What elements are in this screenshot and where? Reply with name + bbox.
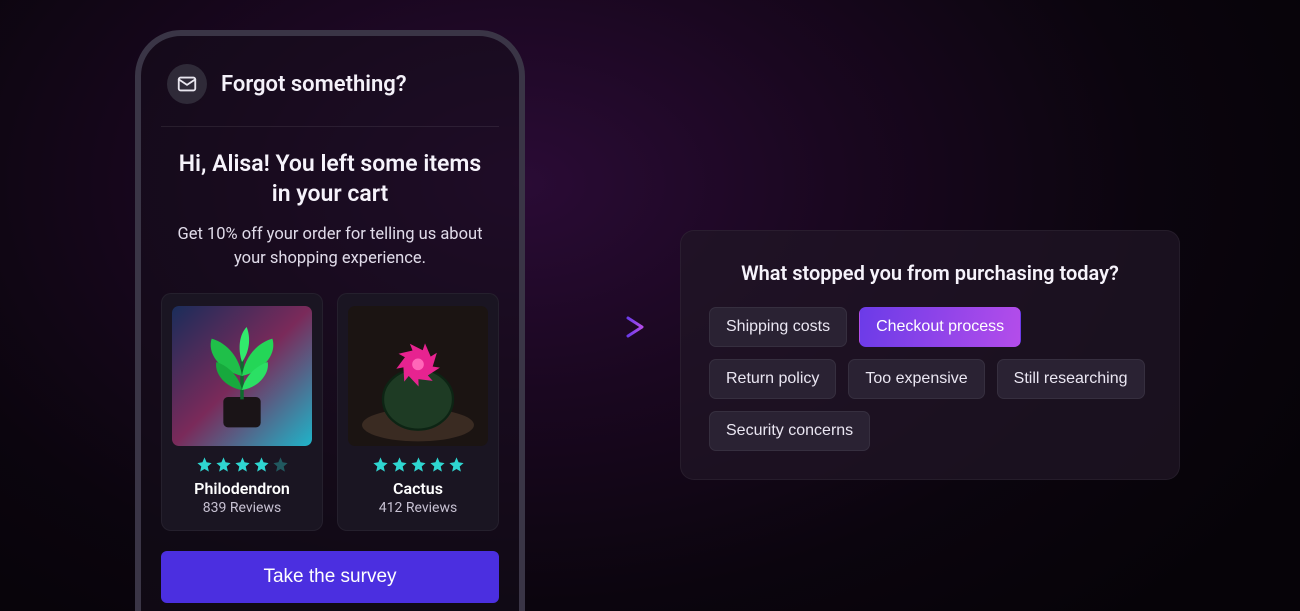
survey-card: What stopped you from purchasing today? … — [680, 230, 1180, 480]
product-card-philodendron[interactable]: Philodendron 839 Reviews — [161, 293, 323, 531]
option-security-concerns[interactable]: Security concerns — [709, 411, 870, 451]
star-rating — [348, 456, 488, 473]
email-subtext: Get 10% off your order for telling us ab… — [161, 223, 499, 271]
email-header-title: Forgot something? — [221, 72, 407, 97]
product-name: Cactus — [348, 479, 488, 498]
option-checkout-process[interactable]: Checkout process — [859, 307, 1021, 347]
survey-options: Shipping costs Checkout process Return p… — [709, 307, 1151, 451]
email-greeting: Hi, Alisa! You left some items in your c… — [161, 149, 499, 209]
email-header: Forgot something? — [161, 54, 499, 127]
option-return-policy[interactable]: Return policy — [709, 359, 836, 399]
take-survey-button[interactable]: Take the survey — [161, 551, 499, 603]
mail-icon — [167, 64, 207, 104]
product-card-cactus[interactable]: Cactus 412 Reviews — [337, 293, 499, 531]
star-rating — [172, 456, 312, 473]
product-image — [172, 306, 312, 446]
option-still-researching[interactable]: Still researching — [997, 359, 1145, 399]
product-name: Philodendron — [172, 479, 312, 498]
product-reviews: 839 Reviews — [172, 500, 312, 516]
arrow-icon — [560, 312, 650, 346]
product-reviews: 412 Reviews — [348, 500, 488, 516]
survey-question: What stopped you from purchasing today? — [709, 261, 1151, 285]
option-shipping-costs[interactable]: Shipping costs — [709, 307, 847, 347]
product-image — [348, 306, 488, 446]
product-list: Philodendron 839 Reviews — [161, 293, 499, 531]
phone-mockup: Forgot something? Hi, Alisa! You left so… — [135, 30, 525, 611]
option-too-expensive[interactable]: Too expensive — [848, 359, 984, 399]
